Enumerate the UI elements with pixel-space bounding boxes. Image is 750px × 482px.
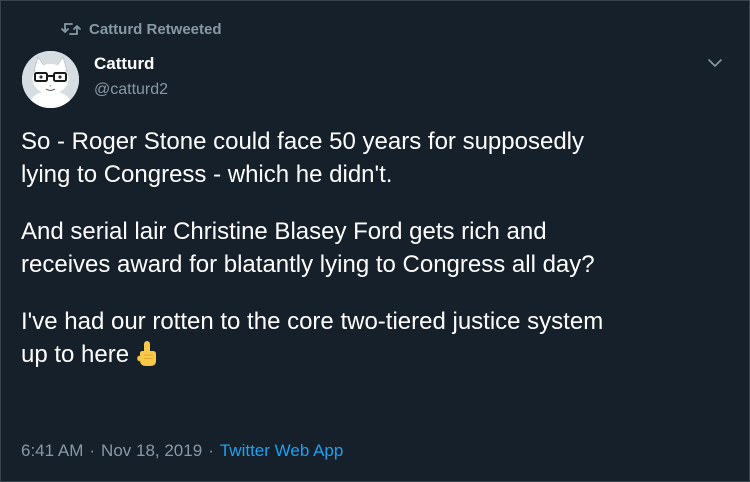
- tweet-paragraph-last: I've had our rotten to the core two-tier…: [21, 305, 731, 371]
- retweet-label: Catturd Retweeted: [89, 20, 222, 38]
- avatar[interactable]: [22, 51, 79, 108]
- tweet-paragraph: So - Roger Stone could face 50 years for…: [21, 128, 584, 188]
- tweet-paragraph-text: I've had our rotten to the core two-tier…: [21, 308, 604, 368]
- tweet-card: Catturd Retweeted Catturd @catturd2 So -…: [0, 0, 750, 482]
- chevron-down-icon[interactable]: [706, 56, 724, 70]
- cat-avatar-icon: [22, 51, 79, 108]
- tweet-date[interactable]: Nov 18, 2019: [101, 440, 202, 462]
- separator: ·: [89, 441, 96, 460]
- tweet-source-link[interactable]: Twitter Web App: [220, 440, 343, 462]
- retweet-icon: [61, 23, 81, 35]
- author-name[interactable]: Catturd: [94, 53, 154, 75]
- pointing-up-hand-emoji-icon: [137, 341, 157, 366]
- tweet-meta: 6:41 AM · Nov 18, 2019 · Twitter Web App: [21, 440, 343, 462]
- tweet-paragraph: And serial lair Christine Blasey Ford ge…: [21, 218, 595, 278]
- tweet-time[interactable]: 6:41 AM: [21, 440, 83, 462]
- tweet-text: So - Roger Stone could face 50 years for…: [21, 125, 731, 395]
- retweet-indicator[interactable]: Catturd Retweeted: [61, 18, 222, 40]
- separator: ·: [208, 441, 214, 460]
- author-handle[interactable]: @catturd2: [94, 80, 168, 100]
